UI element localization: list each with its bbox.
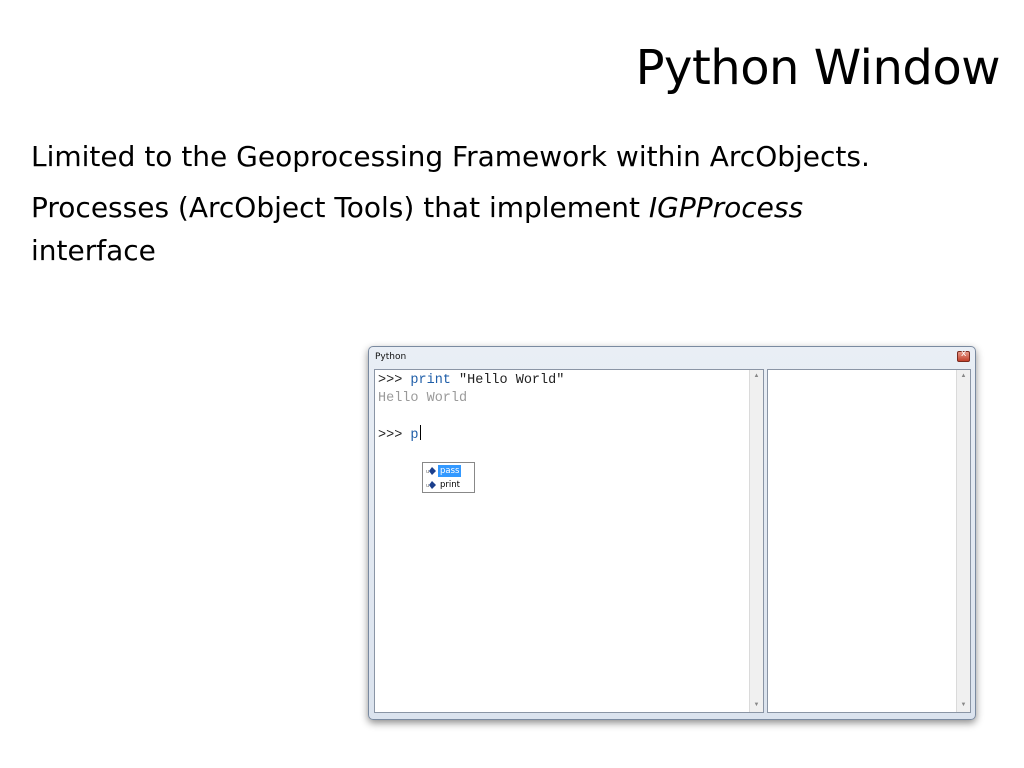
console-code: >>> print "Hello World" Hello World >>> … bbox=[378, 372, 564, 444]
interface-name: IGPProcess bbox=[648, 191, 804, 224]
text-caret bbox=[419, 424, 421, 440]
prompt: >>> bbox=[378, 427, 411, 443]
typed-input: p bbox=[410, 427, 419, 443]
autocomplete-item-print[interactable]: u print bbox=[423, 478, 474, 492]
scroll-up-icon[interactable]: ▲ bbox=[957, 370, 970, 383]
window-title: Python bbox=[375, 352, 407, 362]
keyword: print bbox=[410, 373, 451, 388]
svg-text:u: u bbox=[426, 483, 429, 489]
help-pane[interactable]: ▲ ▼ bbox=[767, 369, 971, 713]
slide-title: Python Window bbox=[635, 40, 1001, 96]
vertical-scrollbar[interactable]: ▲ ▼ bbox=[749, 370, 763, 712]
bullet-item: Limited to the Geoprocessing Framework w… bbox=[31, 140, 870, 173]
bullet-list: Limited to the Geoprocessing Framework w… bbox=[31, 135, 891, 280]
bullet-text: interface bbox=[31, 234, 156, 267]
console-pane[interactable]: >>> print "Hello World" Hello World >>> … bbox=[374, 369, 764, 713]
autocomplete-label: pass bbox=[438, 465, 462, 477]
autocomplete-label: print bbox=[440, 480, 460, 490]
python-window: Python >>> print "Hello World" Hello Wor… bbox=[368, 346, 976, 720]
bullet-text: Processes (ArcObject Tools) that impleme… bbox=[31, 191, 649, 224]
keyword-icon: u bbox=[426, 467, 436, 475]
bullet-item: Processes (ArcObject Tools) that impleme… bbox=[31, 186, 891, 272]
prompt: >>> bbox=[378, 373, 411, 388]
autocomplete-list: u pass u print bbox=[422, 462, 475, 493]
scroll-up-icon[interactable]: ▲ bbox=[750, 370, 763, 383]
scroll-down-icon[interactable]: ▼ bbox=[957, 699, 970, 712]
console-output: Hello World bbox=[378, 390, 468, 406]
close-button[interactable] bbox=[957, 349, 970, 362]
svg-text:u: u bbox=[426, 469, 429, 475]
autocomplete-item-pass[interactable]: u pass bbox=[423, 464, 474, 478]
vertical-scrollbar[interactable]: ▲ ▼ bbox=[956, 370, 970, 712]
keyword-icon: u bbox=[426, 481, 436, 489]
scroll-down-icon[interactable]: ▼ bbox=[750, 699, 763, 712]
string-literal: "Hello World" bbox=[450, 373, 565, 388]
